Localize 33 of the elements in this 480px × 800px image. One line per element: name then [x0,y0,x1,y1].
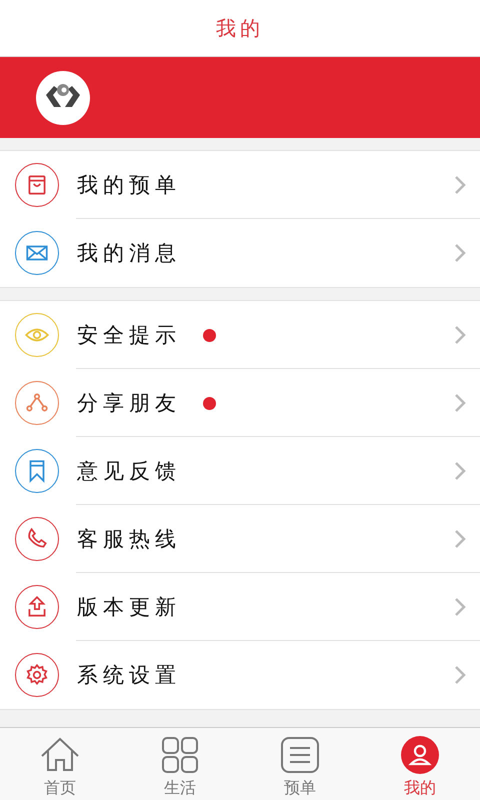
menu-item[interactable]: 我的消息 [0,219,480,287]
menu-item[interactable]: 分享朋友 [0,369,480,437]
grid-icon [159,734,201,776]
logo-icon [36,70,90,124]
chevron-icon [454,461,466,481]
menu-label: 版本更新 [77,594,181,621]
menu-item[interactable]: 我的预单 [0,151,480,219]
user-icon [399,734,441,776]
chevron-icon [454,597,466,617]
menu-label: 我的预单 [77,172,181,199]
page-title: 我的 [216,14,264,42]
menu-item[interactable]: 版本更新 [0,573,480,641]
chevron-icon [454,175,466,195]
menu-item[interactable]: 系统设置 [0,641,480,709]
tab[interactable]: 我的 [360,728,480,800]
chevron-icon [454,243,466,263]
menu-label: 系统设置 [77,662,181,689]
chevron-icon [454,393,466,413]
tab[interactable]: 首页 [0,728,120,800]
list-icon [279,734,321,776]
chevron-icon [454,665,466,685]
menu-label: 客服热线 [77,526,181,553]
menu-label: 意见反馈 [77,458,181,485]
menu-item[interactable]: 意见反馈 [0,437,480,505]
menu-label: 我的消息 [77,240,181,267]
tab[interactable]: 生活 [120,728,240,800]
chevron-icon [454,529,466,549]
tab[interactable]: 预单 [240,728,360,800]
menu-item[interactable]: 客服热线 [0,505,480,573]
menu-label: 安全提示 [77,322,181,349]
menu-label: 分享朋友 [77,390,181,417]
menu-item[interactable]: 安全提示 [0,301,480,369]
chevron-icon [454,325,466,345]
